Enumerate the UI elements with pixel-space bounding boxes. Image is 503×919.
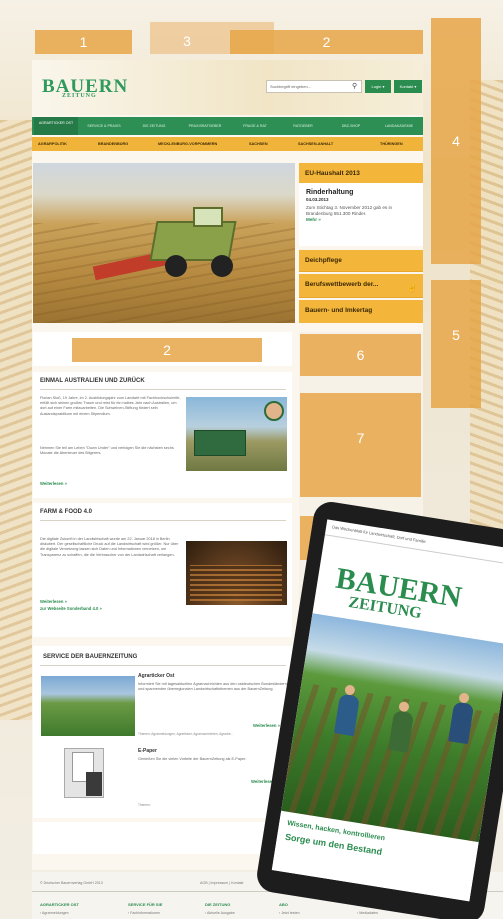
photo-audience (190, 565, 282, 601)
footer-col-abo[interactable]: ABO (279, 902, 288, 907)
read-more-link[interactable]: Weiterlesen » (40, 599, 67, 604)
footer-link[interactable]: › Jetzt testen (279, 911, 300, 915)
combine-cab (193, 207, 223, 227)
subnav-sachsen[interactable]: SACHSEN (249, 137, 268, 151)
region-nav (32, 137, 423, 151)
service-item-tags: Themen: (138, 803, 151, 807)
callout-box-1: 1 (35, 30, 132, 54)
nav-item-praxisratgeber[interactable]: PRAXISRATGEBER (180, 117, 230, 135)
login-button[interactable]: Login ▾ (365, 80, 391, 93)
cursor-hand-icon: ☝ (408, 285, 417, 292)
nav-item-ratgeber[interactable]: RATGEBER (280, 117, 326, 135)
article-title[interactable]: EINMAL AUSTRALIEN UND ZURÜCK (40, 378, 145, 384)
footer-col-zeitung[interactable]: DIE ZEITUNG (205, 902, 230, 907)
aside-feature-rinderhaltung[interactable]: Rinderhaltung 04.03.2013 Zum Stichtag 3.… (299, 183, 423, 246)
callout-box-5: 5 (431, 280, 481, 408)
aside-tab-eu-haushalt[interactable]: EU-Haushalt 2013 (299, 163, 423, 183)
service-item-title[interactable]: E-Paper (138, 748, 157, 754)
aside-tab-imkertag[interactable]: Bauern- und Imkertag (299, 300, 423, 323)
callout-box-7: 7 (300, 393, 421, 497)
feature-text: Zum Stichtag 3. November 2012 gab es in … (306, 205, 393, 216)
article-text: Nehmen Sie teil am Leben "Down Under" un… (40, 446, 174, 456)
divider (40, 520, 286, 521)
photo-truck (194, 430, 246, 456)
feature-date: 04.03.2013 (306, 197, 329, 202)
subnav-sachsen-anhalt[interactable]: SACHSEN-ANHALT (298, 137, 333, 151)
subnav-agrarpolitik[interactable]: AGRARPOLITIK (38, 137, 67, 151)
footer-copyright: © Deutscher Bauernverlag GmbH 2013 (40, 881, 103, 885)
logo-zeitung[interactable]: ZEITUNG (62, 93, 97, 99)
service-item-title[interactable]: Agrarticker Ost (138, 673, 174, 679)
service-item-tags: Themen: Agrarmeldungen, Agrarticker, Agr… (138, 732, 234, 736)
subnav-brandenburg[interactable]: BRANDENBURG (98, 137, 128, 151)
footer-link[interactable]: › Agrarmeldungen (40, 911, 69, 915)
sonderband-link[interactable]: zur Webseite Sonderband 4.0 » (40, 606, 102, 611)
divider (40, 665, 286, 666)
nav-item-frage[interactable]: FRAGE & RAT (232, 117, 278, 135)
callout-box-4: 4 (431, 18, 481, 264)
footer-col-service[interactable]: SERVICE FÜR SIE (128, 902, 162, 907)
service-photo-field[interactable] (41, 676, 135, 736)
callout-box-2-top: 2 (230, 30, 423, 54)
article-text: Florian Stoß, 19 Jahre, im 2. Ausbildung… (40, 396, 181, 416)
footer-link[interactable]: › Mediadaten (357, 911, 378, 915)
combine-wheel (165, 255, 187, 277)
subnav-mv[interactable]: MECKLENBURG-VORPOMMERN (158, 137, 217, 151)
search-icon[interactable]: ⚲ (352, 82, 357, 90)
callout-box-6: 6 (300, 334, 421, 376)
service-item-text: Genießen Sie die vielen Vorteile der Bau… (138, 757, 247, 761)
service-item-text: Informiert Sie mit tagesaktuellen Agrarn… (138, 682, 287, 692)
aside-tab-deichpflege[interactable]: Deichpflege (299, 250, 423, 272)
epaper-tablet (86, 772, 102, 796)
subnav-thueringen[interactable]: THÜRINGEN (380, 137, 403, 151)
footer-link[interactable]: › Aktuelle Ausgabe (205, 911, 235, 915)
divider (40, 389, 286, 390)
nav-item-landakademie[interactable]: LANDAKADEMIE (376, 117, 422, 135)
nav-item-zeitung[interactable]: DIE ZEITUNG (130, 117, 178, 135)
contact-button[interactable]: Kontakt ▾ (394, 80, 422, 93)
nav-item-agrarticker[interactable]: AGRARTICKER OST (34, 117, 78, 135)
callout-box-2-main: 2 (72, 338, 262, 362)
footer-links[interactable]: AGB | Impressum | Kontakt (200, 881, 243, 885)
article-title[interactable]: FARM & FOOD 4.0 (40, 509, 92, 515)
search-input[interactable]: Suchbegriff eingeben... (266, 80, 362, 93)
read-more-link[interactable]: Weiterlesen » (253, 723, 280, 728)
feature-title: Rinderhaltung (306, 189, 354, 196)
tablet-screen: Das Wochenblatt für Landwirtschaft, Dorf… (271, 519, 503, 902)
article-text: Die digitale Zukunft in der Landwirtscha… (40, 537, 179, 557)
aside-tab-berufswettbewerb[interactable]: Berufswettbewerb der... (299, 274, 423, 298)
hero-image-combine-harvester[interactable] (33, 163, 295, 323)
footer-link[interactable]: › Fachinformationen (128, 911, 160, 915)
empty-panel (33, 822, 292, 854)
footer-col-agrarticker[interactable]: AGRARTICKER OST (40, 902, 79, 907)
nav-item-shop[interactable]: DBZ-SHOP (328, 117, 374, 135)
tablet-topline: Das Wochenblatt für Landwirtschaft, Dorf… (324, 519, 503, 567)
service-title: SERVICE DER BAUERNZEITUNG (43, 654, 138, 660)
nav-item-service[interactable]: SERVICE & PRAXIS (80, 117, 128, 135)
feature-more-link[interactable]: Mehr » (306, 217, 416, 222)
combine-wheel (211, 255, 233, 277)
photo-portrait (264, 401, 284, 421)
read-more-link[interactable]: Weiterlesen » (40, 481, 67, 486)
wheat-decoration-left (0, 120, 32, 720)
